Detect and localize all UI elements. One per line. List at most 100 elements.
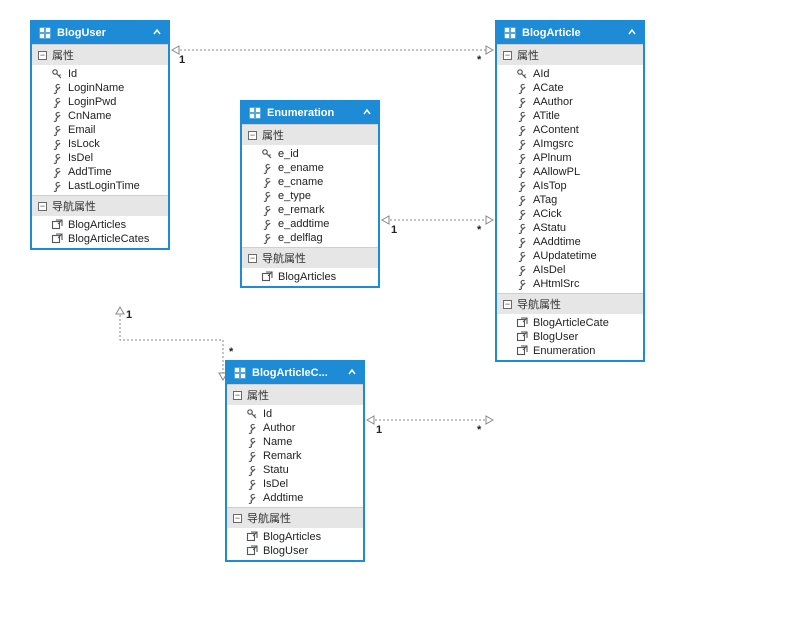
property-name: Addtime: [263, 492, 303, 504]
property-row[interactable]: LoginPwd: [32, 95, 168, 109]
property-row[interactable]: AUpdatetime: [497, 249, 643, 263]
wrench-icon: [515, 194, 529, 206]
collapse-icon[interactable]: −: [503, 300, 512, 309]
property-row[interactable]: e_cname: [242, 175, 378, 189]
property-row[interactable]: e_addtime: [242, 217, 378, 231]
navigation-row[interactable]: BlogArticles: [227, 530, 363, 544]
property-name: LoginPwd: [68, 96, 116, 108]
property-row[interactable]: Name: [227, 435, 363, 449]
section-header-navigation[interactable]: −导航属性: [32, 195, 168, 216]
property-row[interactable]: APlnum: [497, 151, 643, 165]
property-name: e_id: [278, 148, 299, 160]
property-name: Statu: [263, 464, 289, 476]
collapse-icon[interactable]: −: [248, 131, 257, 140]
collapse-icon[interactable]: −: [503, 51, 512, 60]
property-row[interactable]: Id: [227, 407, 363, 421]
collapse-icon[interactable]: −: [38, 51, 47, 60]
navigation-icon: [50, 233, 64, 245]
navigation-row[interactable]: BlogArticles: [242, 270, 378, 284]
wrench-icon: [515, 264, 529, 276]
wrench-icon: [50, 124, 64, 136]
wrench-icon: [245, 422, 259, 434]
property-row[interactable]: Statu: [227, 463, 363, 477]
entity-enumeration[interactable]: Enumeration−属性e_ide_enamee_cnamee_typee_…: [240, 100, 380, 288]
property-row[interactable]: LastLoginTime: [32, 179, 168, 193]
navigation-icon: [50, 219, 64, 231]
navigation-row[interactable]: BlogArticleCate: [497, 316, 643, 330]
wrench-icon: [245, 436, 259, 448]
section-header-navigation[interactable]: −导航属性: [497, 293, 643, 314]
entity-header[interactable]: BlogArticle: [497, 22, 643, 44]
chevron-up-icon[interactable]: [345, 367, 357, 380]
cardinality-label: 1: [376, 424, 382, 436]
section-header-properties[interactable]: −属性: [32, 44, 168, 65]
navigation-name: BlogArticles: [68, 219, 126, 231]
property-row[interactable]: AIsDel: [497, 263, 643, 277]
navigation-list: BlogArticlesBlogArticleCates: [32, 216, 168, 248]
chevron-up-icon[interactable]: [625, 27, 637, 40]
section-label: 属性: [247, 387, 269, 403]
property-row[interactable]: AContent: [497, 123, 643, 137]
property-name: LoginName: [68, 82, 124, 94]
property-row[interactable]: e_id: [242, 147, 378, 161]
entity-icon: [233, 366, 247, 380]
property-row[interactable]: e_remark: [242, 203, 378, 217]
property-row[interactable]: AHtmlSrc: [497, 277, 643, 291]
property-row[interactable]: e_delflag: [242, 231, 378, 245]
chevron-up-icon[interactable]: [360, 107, 372, 120]
properties-list: IdAuthorNameRemark StatuIsDelAddtime: [227, 405, 363, 507]
wrench-icon: [245, 492, 259, 504]
property-row[interactable]: IsLock: [32, 137, 168, 151]
navigation-row[interactable]: Enumeration: [497, 344, 643, 358]
property-row[interactable]: Remark: [227, 449, 363, 463]
collapse-icon[interactable]: −: [248, 254, 257, 263]
navigation-row[interactable]: BlogUser: [497, 330, 643, 344]
property-row[interactable]: AStatu: [497, 221, 643, 235]
property-row[interactable]: Addtime: [227, 491, 363, 505]
section-label: 导航属性: [262, 250, 306, 266]
cardinality-label: 1: [179, 54, 185, 66]
property-row[interactable]: ATag: [497, 193, 643, 207]
property-row[interactable]: ATitle: [497, 109, 643, 123]
property-row[interactable]: ACate: [497, 81, 643, 95]
collapse-icon[interactable]: −: [38, 202, 47, 211]
property-row[interactable]: AId: [497, 67, 643, 81]
collapse-icon[interactable]: −: [233, 514, 242, 523]
entity-header[interactable]: Enumeration: [242, 102, 378, 124]
property-row[interactable]: e_ename: [242, 161, 378, 175]
property-row[interactable]: Author: [227, 421, 363, 435]
property-row[interactable]: AImgsrc: [497, 137, 643, 151]
property-row[interactable]: AAllowPL: [497, 165, 643, 179]
property-row[interactable]: e_type: [242, 189, 378, 203]
collapse-icon[interactable]: −: [233, 391, 242, 400]
section-header-navigation[interactable]: −导航属性: [227, 507, 363, 528]
entity-blogarticle[interactable]: BlogArticle−属性 AIdACateAAuthorATitleACont…: [495, 20, 645, 362]
property-row[interactable]: Email: [32, 123, 168, 137]
entity-header[interactable]: BlogUser: [32, 22, 168, 44]
property-row[interactable]: IsDel: [227, 477, 363, 491]
section-header-properties[interactable]: −属性: [242, 124, 378, 145]
property-name: Remark: [263, 450, 302, 462]
property-row[interactable]: AddTime: [32, 165, 168, 179]
property-row[interactable]: AIsTop: [497, 179, 643, 193]
property-row[interactable]: ACick: [497, 207, 643, 221]
entity-header[interactable]: BlogArticleC...: [227, 362, 363, 384]
section-header-properties[interactable]: −属性: [497, 44, 643, 65]
diagram-canvas[interactable]: 1 * 1 * 1 * 1 * BlogUser−属性IdLoginNameLo…: [0, 0, 799, 619]
wrench-icon: [260, 162, 274, 174]
property-row[interactable]: AAuthor: [497, 95, 643, 109]
property-row[interactable]: Id: [32, 67, 168, 81]
entity-blogarticlecate[interactable]: BlogArticleC...−属性IdAuthorNameRemarkStat…: [225, 360, 365, 562]
property-row[interactable]: AAddtime: [497, 235, 643, 249]
property-row[interactable]: CnName: [32, 109, 168, 123]
chevron-up-icon[interactable]: [150, 27, 162, 40]
navigation-row[interactable]: BlogArticleCates: [32, 232, 168, 246]
section-header-properties[interactable]: −属性: [227, 384, 363, 405]
wrench-icon: [50, 138, 64, 150]
entity-bloguser[interactable]: BlogUser−属性 IdLoginName LoginPwdCnNameEmai…: [30, 20, 170, 250]
property-row[interactable]: IsDel: [32, 151, 168, 165]
navigation-row[interactable]: BlogArticles: [32, 218, 168, 232]
property-row[interactable]: LoginName: [32, 81, 168, 95]
section-header-navigation[interactable]: −导航属性: [242, 247, 378, 268]
navigation-row[interactable]: BlogUser: [227, 544, 363, 558]
